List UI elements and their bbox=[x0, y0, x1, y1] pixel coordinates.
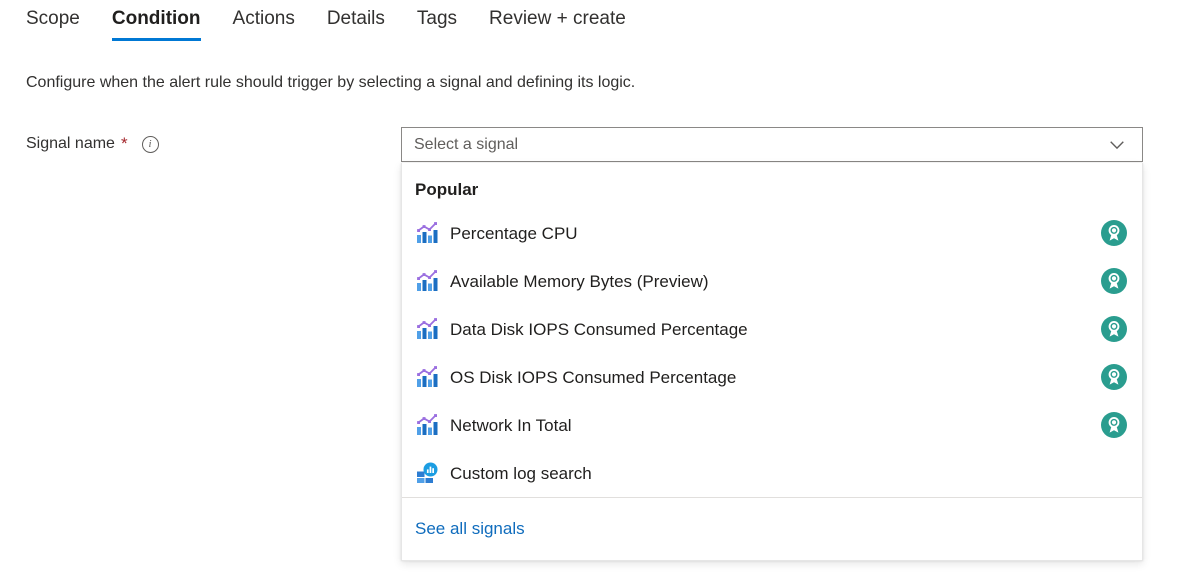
signal-name-input-placeholder[interactable]: Select a signal bbox=[414, 134, 1106, 156]
dropdown-group-header-popular: Popular bbox=[415, 180, 479, 199]
tab-condition[interactable]: Condition bbox=[96, 0, 217, 45]
signal-name-combobox[interactable]: Select a signal bbox=[401, 127, 1143, 162]
list-item-label: Available Memory Bytes (Preview) bbox=[450, 271, 709, 291]
metric-chart-icon bbox=[415, 269, 439, 293]
tab-details[interactable]: Details bbox=[311, 0, 401, 45]
log-search-icon bbox=[415, 461, 439, 485]
dropdown-footer: See all signals bbox=[402, 498, 1142, 560]
signal-name-label: Signal name bbox=[26, 135, 115, 152]
list-item[interactable]: OS Disk IOPS Consumed Percentage bbox=[402, 353, 1142, 401]
metric-chart-icon bbox=[415, 317, 439, 341]
list-item[interactable]: Percentage CPU bbox=[402, 209, 1142, 257]
page-description: Configure when the alert rule should tri… bbox=[26, 74, 636, 91]
popular-ribbon-icon bbox=[1100, 267, 1128, 295]
popular-ribbon-icon bbox=[1100, 411, 1128, 439]
list-item[interactable]: Network In Total bbox=[402, 401, 1142, 449]
list-item[interactable]: Custom log search bbox=[402, 449, 1142, 497]
signal-name-label-group: Signal name * i bbox=[26, 133, 159, 155]
tab-actions-label: Actions bbox=[232, 8, 295, 29]
tab-tags-label: Tags bbox=[416, 8, 458, 29]
info-icon-glyph: i bbox=[148, 137, 152, 150]
tab-scope-label: Scope bbox=[26, 8, 80, 29]
metric-chart-icon bbox=[415, 365, 439, 389]
list-item-label: Data Disk IOPS Consumed Percentage bbox=[450, 319, 748, 339]
popular-ribbon-icon bbox=[1100, 315, 1128, 343]
tab-scope[interactable]: Scope bbox=[24, 0, 96, 45]
list-item[interactable]: Data Disk IOPS Consumed Percentage bbox=[402, 305, 1142, 353]
required-asterisk: * bbox=[120, 134, 128, 153]
list-item[interactable]: Available Memory Bytes (Preview) bbox=[402, 257, 1142, 305]
tab-review-create-label: Review + create bbox=[489, 8, 626, 29]
metric-chart-icon bbox=[415, 413, 439, 437]
list-item-label: Percentage CPU bbox=[450, 223, 578, 243]
see-all-signals-link[interactable]: See all signals bbox=[415, 519, 525, 538]
metric-chart-icon bbox=[415, 221, 439, 245]
tab-review-create[interactable]: Review + create bbox=[473, 0, 642, 45]
tab-condition-label: Condition bbox=[111, 8, 201, 29]
wizard-tab-strip: Scope Condition Actions Details Tags Rev… bbox=[0, 0, 1180, 52]
tab-actions[interactable]: Actions bbox=[217, 0, 311, 45]
signal-dropdown-panel: Popular Percentage CPU Available Memory … bbox=[401, 163, 1143, 561]
tab-tags[interactable]: Tags bbox=[401, 0, 473, 45]
list-item-label: OS Disk IOPS Consumed Percentage bbox=[450, 367, 737, 387]
list-item-label: Custom log search bbox=[450, 463, 592, 483]
chevron-down-icon[interactable] bbox=[1106, 134, 1128, 156]
popular-ribbon-icon bbox=[1100, 219, 1128, 247]
list-item-label: Network In Total bbox=[450, 415, 572, 435]
signal-option-list: Percentage CPU Available Memory Bytes (P… bbox=[402, 207, 1142, 497]
info-icon[interactable]: i bbox=[141, 135, 159, 153]
popular-ribbon-icon bbox=[1100, 363, 1128, 391]
azure-alert-rule-condition-page: Scope Condition Actions Details Tags Rev… bbox=[0, 0, 1180, 582]
tab-details-label: Details bbox=[326, 8, 385, 29]
